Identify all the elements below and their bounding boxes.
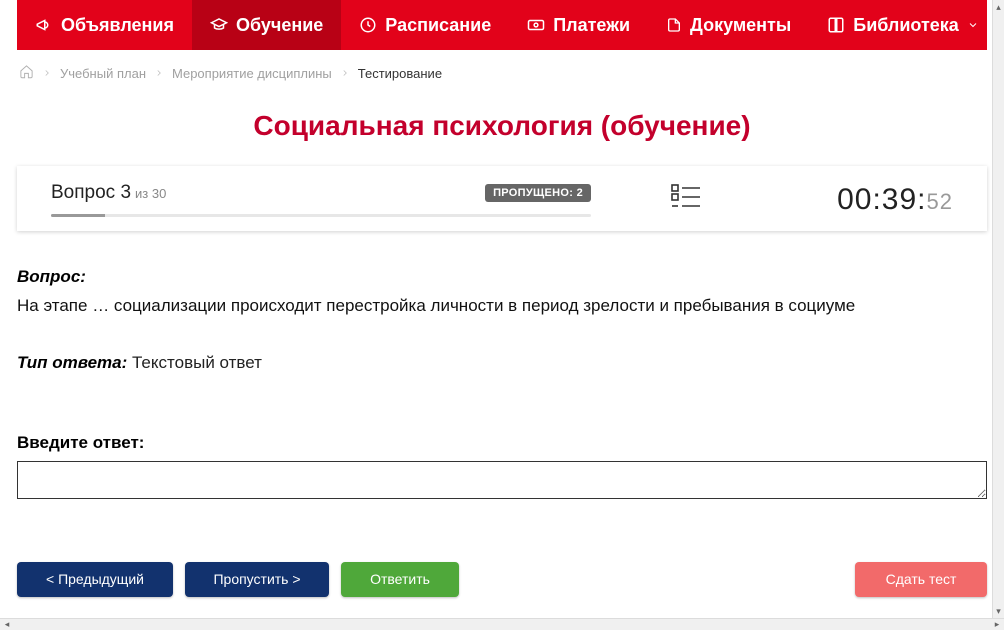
breadcrumb-discipline-event[interactable]: Мероприятие дисциплины [172,66,332,81]
nav-payments[interactable]: Платежи [509,0,648,50]
question-number: Вопрос 3 [51,182,131,204]
question-list-button[interactable] [671,183,701,216]
horizontal-scrollbar[interactable]: ◂ ▸ [0,618,1004,630]
question-body: Вопрос: На этапе … социализации происход… [17,231,987,617]
scroll-down-icon: ▾ [996,604,1001,618]
total-value: 30 [152,186,166,201]
document-icon [666,16,682,34]
top-nav: Объявления Обучение Расписание Платежи Д… [17,0,987,50]
grad-cap-icon [210,16,228,34]
scroll-left-icon: ◂ [0,619,14,630]
prev-button[interactable]: < Предыдущий [17,562,173,597]
nav-education[interactable]: Обучение [192,0,341,50]
nav-label: Объявления [61,15,174,36]
answer-type-label: Тип ответа: [17,353,127,372]
nav-label: Библиотека [853,15,959,36]
page-title: Социальная психология (обучение) [17,110,987,142]
chevron-right-icon [42,68,52,78]
payment-icon [527,16,545,34]
progress-fill [51,214,105,217]
progress-bar [51,214,591,217]
question-number-value: 3 [120,182,131,203]
chevron-right-icon [340,68,350,78]
nav-library[interactable]: Библиотека [809,0,997,50]
nav-documents[interactable]: Документы [648,0,809,50]
skipped-badge: ПРОПУЩЕНО: 2 [485,184,591,202]
breadcrumb-study-plan[interactable]: Учебный план [60,66,146,81]
book-icon [827,16,845,34]
question-counter-row: Вопрос 3 из 30 ПРОПУЩЕНО: 2 [51,182,591,204]
skipped-count: 2 [577,187,583,199]
question-label: Вопрос: [17,267,987,287]
clock-icon [359,16,377,34]
answer-input-label: Введите ответ: [17,433,987,453]
answer-type-row: Тип ответа: Текстовый ответ [17,353,987,373]
vertical-scrollbar[interactable]: ▴ ▾ [992,0,1004,618]
nav-label: Расписание [385,15,491,36]
of-word: из [135,186,148,201]
answer-input[interactable] [17,461,987,499]
status-left: Вопрос 3 из 30 ПРОПУЩЕНО: 2 [51,182,591,217]
home-icon[interactable] [19,64,34,82]
timer-minutes: 00:39: [837,183,926,217]
nav-announcements[interactable]: Объявления [17,0,192,50]
answer-type-value: Текстовый ответ [132,353,262,372]
breadcrumb-testing: Тестирование [358,66,442,81]
skip-button[interactable]: Пропустить > [185,562,329,597]
skipped-label: ПРОПУЩЕНО: [493,187,573,199]
question-text: На этапе … социализации происходит перес… [17,293,987,319]
nav-schedule[interactable]: Расписание [341,0,509,50]
scroll-right-icon: ▸ [990,619,1004,630]
nav-label: Платежи [553,15,630,36]
list-icon [671,183,701,211]
submit-test-button[interactable]: Сдать тест [855,562,987,597]
question-total: из 30 [135,186,166,201]
timer-seconds: 52 [927,189,953,215]
megaphone-icon [35,16,53,34]
scroll-up-icon: ▴ [996,0,1001,14]
chevron-down-icon [967,19,979,31]
chevron-right-icon [154,68,164,78]
nav-label: Обучение [236,15,323,36]
nav-label: Документы [690,15,791,36]
button-row: < Предыдущий Пропустить > Ответить Сдать… [17,562,987,617]
timer: 00:39:52 [837,183,953,217]
test-status-bar: Вопрос 3 из 30 ПРОПУЩЕНО: 2 [17,166,987,231]
breadcrumb: Учебный план Мероприятие дисциплины Тест… [17,50,987,92]
question-word: Вопрос [51,182,115,203]
answer-button[interactable]: Ответить [341,562,459,597]
